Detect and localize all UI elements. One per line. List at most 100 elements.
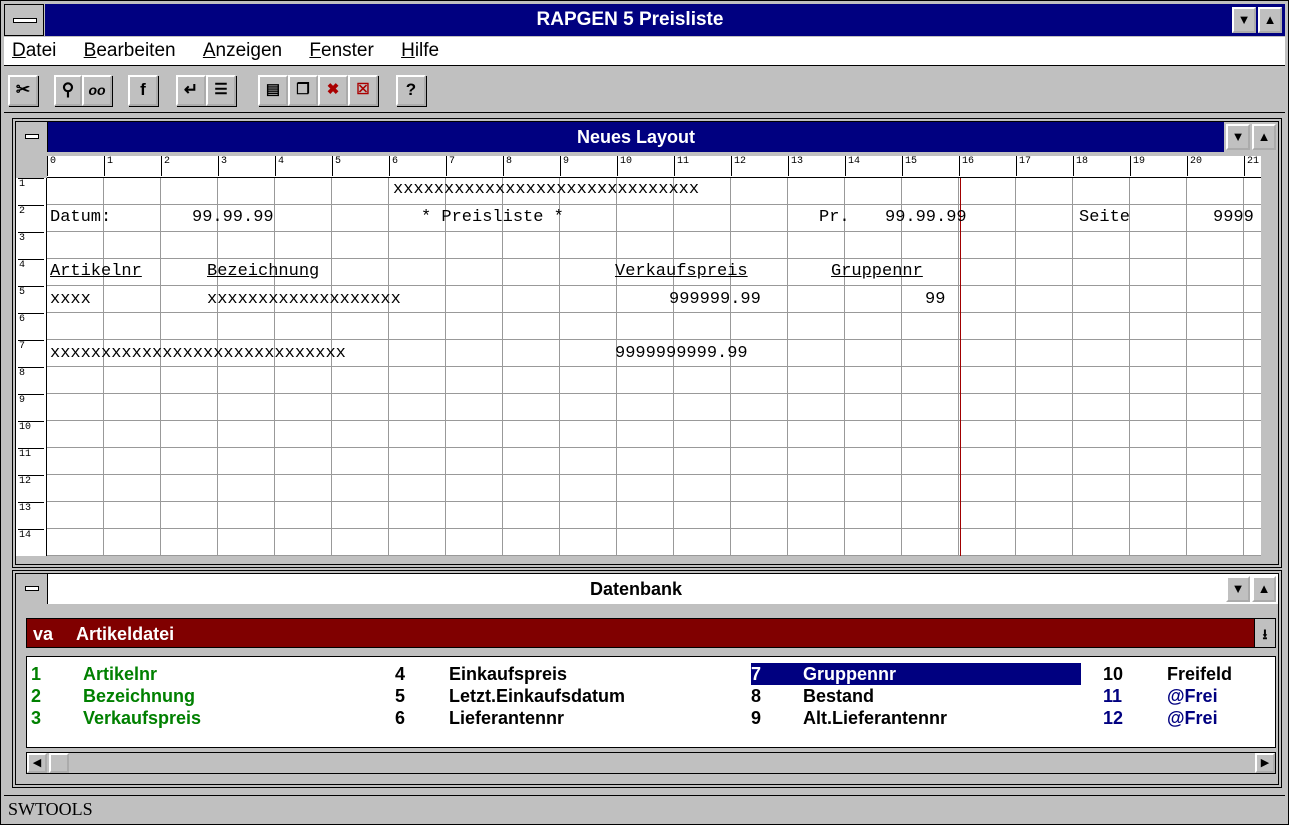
ruler-row-tick: 1 bbox=[18, 178, 44, 191]
db-field-item[interactable]: 8 Bestand bbox=[751, 685, 874, 707]
horizontal-scrollbar[interactable]: ◀ ▶ bbox=[26, 752, 1276, 774]
window-delete-icon[interactable]: ✖ bbox=[318, 75, 348, 106]
ruler-row-tick: 13 bbox=[18, 502, 44, 515]
db-field-item[interactable]: 2 Bezeichnung bbox=[31, 685, 195, 707]
layout-grid[interactable]: xxxxxxxxxxxxxxxxxxxxxxxxxxxxxx Datum: 99… bbox=[47, 178, 1261, 556]
layout-maximize-icon[interactable]: ▲ bbox=[1252, 124, 1276, 150]
db-field-name: @Frei bbox=[1167, 686, 1218, 706]
menu-datei[interactable]: Datei bbox=[12, 37, 56, 65]
field-bezeichnung[interactable]: xxxxxxxxxxxxxxxxxxx bbox=[207, 290, 401, 310]
magnifier-icon[interactable]: ⚲ bbox=[54, 75, 82, 106]
function-label: f bbox=[140, 80, 146, 99]
seite-value[interactable]: 9999 bbox=[1213, 208, 1254, 228]
total-label-mask[interactable]: xxxxxxxxxxxxxxxxxxxxxxxxxxxxx bbox=[50, 344, 346, 364]
ruler-col-tick: 21 bbox=[1244, 156, 1259, 176]
db-field-number: 6 bbox=[395, 708, 406, 728]
database-window: Datenbank ▼ ▲ va Artikeldatei ⭳ 1 Artikel… bbox=[12, 570, 1282, 788]
total-value[interactable]: 9999999999.99 bbox=[615, 344, 748, 364]
ruler-row-tick: 9 bbox=[18, 394, 44, 407]
db-field-name: Einkaufspreis bbox=[449, 664, 568, 684]
scissors-icon[interactable]: ✂ bbox=[8, 75, 38, 106]
ruler-col-tick: 1 bbox=[104, 156, 113, 176]
system-menu-button[interactable] bbox=[4, 4, 44, 36]
scroll-thumb[interactable] bbox=[49, 753, 69, 773]
db-field-item[interactable]: 3 Verkaufspreis bbox=[31, 707, 201, 729]
menu-bearbeiten[interactable]: Bearbeiten bbox=[84, 37, 176, 65]
ruler-col-tick: 4 bbox=[275, 156, 284, 176]
database-maximize-icon[interactable]: ▲ bbox=[1252, 576, 1276, 602]
ruler-col-tick: 6 bbox=[389, 156, 398, 176]
header-gruppennr[interactable]: Gruppennr bbox=[831, 262, 923, 282]
datum-label[interactable]: Datum: bbox=[50, 208, 111, 228]
db-field-name: Bezeichnung bbox=[83, 686, 196, 706]
field-artikelnr[interactable]: xxxx bbox=[50, 290, 91, 310]
ruler-row-tick: 8 bbox=[18, 367, 44, 380]
ruler-col-tick: 15 bbox=[902, 156, 917, 176]
db-field-name: Gruppennr bbox=[803, 664, 896, 684]
column-ruler: 0 1 2 3 4 5 6 7 8 9 10 11 12 13 14 15 16 17 18 19 20 21 bbox=[47, 156, 1261, 178]
db-field-number: 10 bbox=[1103, 664, 1124, 684]
database-file-select[interactable]: va Artikeldatei ⭳ bbox=[26, 618, 1276, 648]
db-field-number: 9 bbox=[751, 708, 762, 728]
db-field-number: 7 bbox=[751, 664, 762, 684]
close-window-icon[interactable]: ☒ bbox=[348, 75, 378, 106]
db-field-item[interactable]: 10 Freifeld bbox=[1103, 663, 1232, 685]
glasses-icon[interactable]: oo bbox=[82, 75, 112, 106]
layout-window: Neues Layout ▼ ▲ 0 1 2 3 4 5 6 7 8 9 10 11 12 13 14 15 1… bbox=[12, 118, 1282, 568]
layout-minimize-icon[interactable]: ▼ bbox=[1226, 124, 1250, 150]
db-field-number: 8 bbox=[751, 686, 762, 706]
window-split-icon[interactable]: ▤ bbox=[258, 75, 288, 106]
db-field-name: Lieferantennr bbox=[449, 708, 565, 728]
menu-hilfe[interactable]: Hilfe bbox=[401, 37, 439, 65]
db-field-number: 12 bbox=[1103, 708, 1124, 728]
ruler-col-tick: 12 bbox=[731, 156, 746, 176]
toolbar: ✂ ⚲ oo f ↵ ☰ ▤ ❐ ✖ ☒ ? bbox=[4, 67, 1285, 113]
database-minimize-icon[interactable]: ▼ bbox=[1226, 576, 1250, 602]
db-field-item[interactable]: 4 Einkaufspreis bbox=[395, 663, 567, 685]
maximize-icon[interactable]: ▲ bbox=[1258, 7, 1282, 33]
db-field-item[interactable]: 12 @Frei bbox=[1103, 707, 1218, 729]
layout-system-menu[interactable] bbox=[16, 122, 48, 152]
ruler-row-tick: 3 bbox=[18, 232, 44, 245]
menu-fenster[interactable]: Fenster bbox=[309, 37, 373, 65]
db-field-number: 1 bbox=[31, 664, 42, 684]
db-field-name: Alt.Lieferantennr bbox=[803, 708, 948, 728]
ruler-col-tick: 11 bbox=[674, 156, 689, 176]
database-system-menu[interactable] bbox=[16, 574, 48, 604]
row-ruler: 1 2 3 4 5 6 7 8 9 10 11 12 13 14 bbox=[16, 178, 47, 556]
report-title[interactable]: * Preisliste * bbox=[421, 208, 564, 228]
ruler-col-tick: 16 bbox=[959, 156, 974, 176]
db-field-item[interactable]: 9 Alt.Lieferantennr bbox=[751, 707, 947, 729]
help-button[interactable]: ? bbox=[396, 75, 426, 106]
header-artikelnr[interactable]: Artikelnr bbox=[50, 262, 142, 282]
seite-label[interactable]: Seite bbox=[1079, 208, 1130, 228]
field-gruppennr[interactable]: 99 bbox=[925, 290, 945, 310]
ruler-col-tick: 3 bbox=[218, 156, 227, 176]
help-label: ? bbox=[405, 80, 417, 99]
list-icon[interactable]: ☰ bbox=[206, 75, 236, 106]
function-button[interactable]: f bbox=[128, 75, 158, 106]
title-mask[interactable]: xxxxxxxxxxxxxxxxxxxxxxxxxxxxxx bbox=[393, 180, 699, 200]
pr-label[interactable]: Pr. bbox=[819, 208, 850, 228]
menu-anzeigen[interactable]: Anzeigen bbox=[203, 37, 282, 65]
window-cascade-icon[interactable]: ❐ bbox=[288, 75, 318, 106]
scroll-right-icon[interactable]: ▶ bbox=[1255, 753, 1275, 773]
header-bezeichnung[interactable]: Bezeichnung bbox=[207, 262, 319, 282]
field-verkaufspreis[interactable]: 999999.99 bbox=[669, 290, 761, 310]
db-field-item[interactable]: 5 Letzt.Einkaufsdatum bbox=[395, 685, 625, 707]
db-field-item[interactable]: 7 Gruppennr bbox=[751, 663, 1081, 685]
ruler-row-tick: 5 bbox=[18, 286, 44, 299]
db-field-item[interactable]: 6 Lieferantennr bbox=[395, 707, 564, 729]
enter-icon[interactable]: ↵ bbox=[176, 75, 206, 106]
ruler-col-tick: 19 bbox=[1130, 156, 1145, 176]
file-name: Artikeldatei bbox=[76, 624, 175, 644]
pr-value[interactable]: 99.99.99 bbox=[885, 208, 967, 228]
minimize-icon[interactable]: ▼ bbox=[1232, 7, 1256, 33]
datum-value[interactable]: 99.99.99 bbox=[192, 208, 274, 228]
page-margin-line bbox=[960, 178, 961, 556]
dropdown-arrow-icon[interactable]: ⭳ bbox=[1254, 618, 1276, 648]
header-verkaufspreis[interactable]: Verkaufspreis bbox=[615, 262, 748, 282]
db-field-item[interactable]: 1 Artikelnr bbox=[31, 663, 157, 685]
scroll-left-icon[interactable]: ◀ bbox=[27, 753, 47, 773]
db-field-item[interactable]: 11 @Frei bbox=[1103, 685, 1218, 707]
